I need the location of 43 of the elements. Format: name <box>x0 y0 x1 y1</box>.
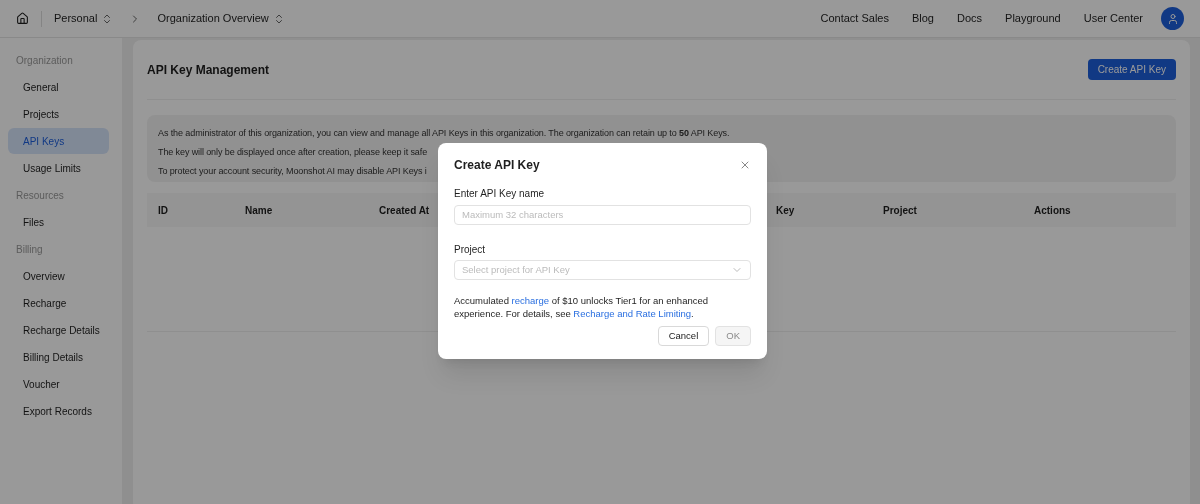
sidebar-item[interactable]: Voucher <box>8 371 109 397</box>
sidebar-item[interactable]: Files <box>8 209 109 235</box>
page-title: API Key Management <box>147 61 270 79</box>
nav-link[interactable]: User Center <box>1083 10 1143 27</box>
info-text: As the administrator of this organization, you can view and manage all API Keys in this organization. The organization can retain up to 50 API Keys. <box>158 127 730 140</box>
info-text: The key will only be displayed once after creation, please keep it safe <box>158 146 428 159</box>
sidebar-group-title: Resources <box>15 188 65 203</box>
column-header: ID <box>158 204 168 216</box>
sidebar-item[interactable]: Overview <box>8 263 109 289</box>
home-icon[interactable] <box>16 12 29 25</box>
sidebar-group-title: Organization <box>15 53 74 68</box>
name-input[interactable]: Maximum 32 characters <box>454 204 751 225</box>
sidebar-item[interactable]: Projects <box>8 101 109 127</box>
column-header: Actions <box>1034 204 1071 216</box>
create-api-key-button[interactable]: Create API Key <box>1087 59 1176 80</box>
column-header: Created At <box>379 204 430 216</box>
info-text: To protect your account security, Moonshot AI may disable API Keys i <box>158 165 427 178</box>
nav-link[interactable]: Contact Sales <box>820 10 889 27</box>
sidebar-item[interactable]: Export Records <box>8 398 109 424</box>
user-icon <box>1166 12 1179 25</box>
nav-link[interactable]: Playground <box>1005 10 1061 27</box>
dialog-title: Create API Key <box>454 157 540 174</box>
column-header: Key <box>776 204 795 216</box>
sidebar-item[interactable]: Usage Limits <box>8 155 109 181</box>
field-label: Enter API Key name <box>454 187 546 201</box>
recharge-notice: Accumulated recharge of $10 unlocks Tier1 for an enhanced experience. For details, see Recharge and Rate Limiting. <box>454 294 710 320</box>
dialog-button[interactable]: Cancel <box>657 326 710 346</box>
select-placeholder: Select project for API Key <box>462 262 570 277</box>
recharge-link[interactable]: recharge <box>511 295 550 306</box>
close-icon[interactable] <box>739 159 751 171</box>
nav-link[interactable]: Blog <box>911 10 934 27</box>
column-header: Name <box>245 204 273 216</box>
sidebar-item[interactable]: General <box>8 74 109 100</box>
breadcrumb-dropdown[interactable]: Personal <box>54 10 114 27</box>
sidebar-group-title: Billing <box>15 242 44 257</box>
user-avatar[interactable] <box>1161 7 1184 30</box>
sidebar-item[interactable]: Recharge <box>8 290 109 316</box>
nav-link[interactable]: Docs <box>957 10 983 27</box>
column-header: Project <box>883 204 917 216</box>
breadcrumb-dropdown[interactable]: Organization Overview <box>157 10 285 27</box>
field-label: Project <box>454 243 487 257</box>
sidebar-item[interactable]: Billing Details <box>8 344 109 370</box>
sidebar-item[interactable]: Recharge Details <box>8 317 109 343</box>
